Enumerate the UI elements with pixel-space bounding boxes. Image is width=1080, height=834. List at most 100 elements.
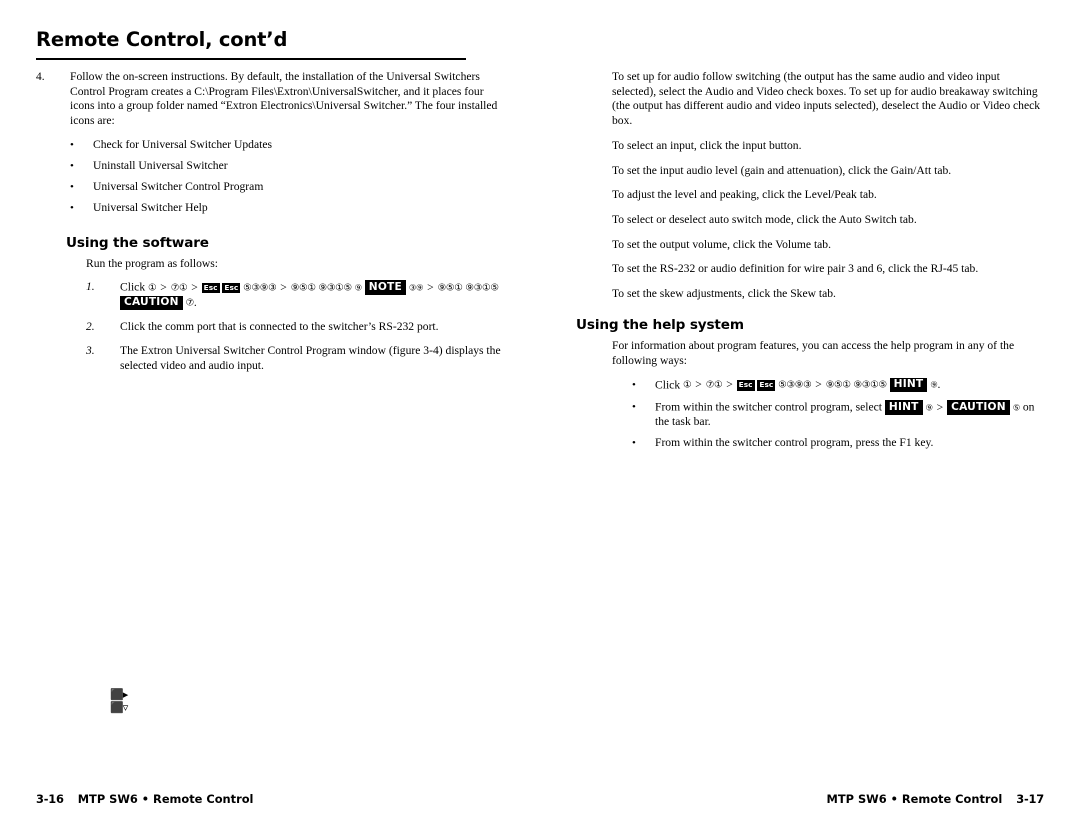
help-bullet-token-run: ① > ⑦① > Esc Esc ⑤③⑨③ > ⑨⑤① ⑨③①⑤ HINT ⑨. <box>683 377 941 393</box>
separator-arrow: > <box>815 378 822 392</box>
list-item: • Universal Switcher Control Program <box>70 180 502 195</box>
separator-arrow: > <box>695 378 702 392</box>
step-3-text: The Extron Universal Switcher Control Pr… <box>120 344 501 372</box>
list-item: • Check for Universal Switcher Updates <box>70 138 502 153</box>
separator-arrow: > <box>280 280 287 294</box>
paragraph-skew-tab: To set the skew adjustments, click the S… <box>612 287 836 301</box>
bullet-marker: • <box>632 401 636 414</box>
bullet-marker: • <box>70 160 74 173</box>
step-2-number: 2. <box>86 321 95 334</box>
dingbat-glyph: ⑤③⑨③ <box>243 282 277 294</box>
list-item-label: Universal Switcher Control Program <box>93 180 264 194</box>
badge-caution: CAUTION <box>947 400 1010 415</box>
stray-dingbat-artifact: ⬛▸ ⬛▿ <box>110 688 128 714</box>
step-4: 4. Follow the on-screen instructions. By… <box>36 70 502 129</box>
dingbat-glyph: ⑤ <box>1012 402 1021 413</box>
separator-arrow: > <box>427 280 434 294</box>
right-page: To set up for audio follow switching (th… <box>540 0 1080 834</box>
inline-text: . <box>937 378 941 392</box>
paragraph-level-peak-tab: To adjust the level and peaking, click t… <box>612 188 877 202</box>
paragraph-gain-att-tab: To set the input audio level (gain and a… <box>612 163 952 177</box>
header-rule-left <box>36 58 466 60</box>
badge-note: NOTE <box>364 280 406 295</box>
step-3: 3. The Extron Universal Switcher Control… <box>86 344 502 373</box>
keycap-esc-icon: Esc <box>757 380 776 391</box>
list-item: • Universal Switcher Help <box>70 201 502 216</box>
dingbat-glyph: ⑨③①⑤ <box>465 282 499 294</box>
dingbat-glyph: ⑨③①⑤ <box>853 379 888 391</box>
left-column-content: 4. Follow the on-screen instructions. By… <box>36 70 502 383</box>
paragraph-rj45-tab: To set the RS-232 or audio definition fo… <box>612 262 979 276</box>
dingbat-glyph: ⑨ <box>925 402 934 413</box>
separator-arrow: > <box>191 280 198 294</box>
help-bullet-click: Click ① > ⑦① > Esc Esc ⑤③⑨③ > ⑨⑤① ⑨③①⑤ H… <box>655 377 1044 394</box>
step-4-text: Follow the on-screen instructions. By de… <box>70 70 498 128</box>
inline-text: . <box>193 296 197 310</box>
list-item: • Click ① > ⑦① > Esc Esc ⑤③⑨③ > ⑨⑤① ⑨③①⑤… <box>632 377 1044 394</box>
dingbat-glyph: ⑤③⑨③ <box>778 379 812 391</box>
bullet-marker: • <box>70 202 74 215</box>
dingbat-glyph: ⑦ <box>185 297 195 309</box>
running-head-left: MTP SW6 • Remote Control <box>77 792 254 806</box>
keycap-esc-icon: Esc <box>736 380 755 391</box>
separator-arrow: > <box>936 400 944 414</box>
paragraph-select-input: To select an input, click the input butt… <box>612 138 802 152</box>
paragraph-audio-follow-switching: To set up for audio follow switching (th… <box>612 70 1041 128</box>
step-1-lead-word: Click <box>120 280 146 294</box>
step-2: 2. Click the comm port that is connected… <box>86 320 502 335</box>
heading-using-the-software: Using the software <box>66 234 209 251</box>
list-item-label: Universal Switcher Help <box>93 201 208 215</box>
help-bullet-f1-key: From within the switcher control program… <box>655 436 934 450</box>
step-1-token-run: ① > ⑦① > Esc Esc ⑤③⑨③ > ⑨⑤① ⑨③①⑤ ⑨ NOTE … <box>120 280 499 311</box>
installed-icons-list: • Check for Universal Switcher Updates •… <box>70 138 502 216</box>
separator-arrow: > <box>160 280 167 294</box>
dingbat-glyph: ⑨⑤① <box>290 282 316 294</box>
list-item-label: Check for Universal Switcher Updates <box>93 137 273 151</box>
step-3-number: 3. <box>86 345 95 358</box>
bullet-marker: • <box>632 437 636 450</box>
page-title: Remote Control, cont’d <box>36 28 288 51</box>
dingbat-glyph: ⑦① <box>170 282 188 294</box>
list-item: • Uninstall Universal Switcher <box>70 159 502 174</box>
help-intro-text: For information about program features, … <box>612 339 1015 368</box>
badge-caution: CAUTION <box>120 295 183 311</box>
software-intro-text: Run the program as follows: <box>86 257 219 271</box>
page-number-left: 3-16 <box>36 792 64 806</box>
step-1-text: Click ① > ⑦① > Esc Esc ⑤③⑨③ > ⑨⑤① ⑨③①⑤ ⑨… <box>120 280 502 311</box>
paragraph-auto-switch-tab: To select or deselect auto switch mode, … <box>612 212 917 226</box>
badge-hint: HINT <box>884 400 923 415</box>
dingbat-glyph: ③⑨ <box>408 282 424 293</box>
dingbat-glyph: ⑨③①⑤ <box>318 282 353 294</box>
separator-arrow: > <box>726 378 733 392</box>
keycap-esc-icon: Esc <box>201 282 220 294</box>
step-1-number: 1. <box>86 281 95 294</box>
badge-hint: HINT <box>889 377 928 393</box>
dingbat-glyph: ① <box>683 379 692 391</box>
help-access-list: • Click ① > ⑦① > Esc Esc ⑤③⑨③ > ⑨⑤① ⑨③①⑤… <box>632 377 1044 451</box>
right-column-content: To set up for audio follow switching (th… <box>576 70 1044 458</box>
heading-using-the-help-system: Using the help system <box>576 316 744 333</box>
help-bullet-taskbar: From within the switcher control program… <box>655 400 1044 430</box>
list-item: • From within the switcher control progr… <box>632 400 1044 430</box>
paragraph-volume-tab: To set the output volume, click the Volu… <box>612 237 832 251</box>
help-bullet-lead-word: Click <box>655 378 681 392</box>
dingbat-glyph: ⑦① <box>705 379 723 391</box>
dingbat-glyph: ⑨⑤① <box>437 282 463 294</box>
help-bullet-text-before: From within the switcher control program… <box>655 400 882 414</box>
bullet-marker: • <box>70 138 74 151</box>
left-page: Remote Control, cont’d 4. Follow the on-… <box>0 0 540 834</box>
dingbat-glyph: ① <box>148 282 157 294</box>
step-1: 1. Click ① > ⑦① > Esc Esc ⑤③⑨③ > ⑨⑤① ⑨③①… <box>86 280 502 311</box>
list-item: • From within the switcher control progr… <box>632 436 1044 451</box>
footer-left: 3-16 MTP SW6 • Remote Control <box>36 792 253 806</box>
dingbat-glyph: ⑨ <box>354 282 363 293</box>
footer-right: MTP SW6 • Remote Control 3-17 <box>826 792 1045 806</box>
step-4-number: 4. <box>36 71 45 83</box>
list-item-label: Uninstall Universal Switcher <box>93 159 228 173</box>
page-spread: Remote Control, cont’d 4. Follow the on-… <box>0 0 1080 834</box>
running-head-right: MTP SW6 • Remote Control <box>826 792 1003 806</box>
keycap-esc-icon: Esc <box>222 282 241 294</box>
step-2-text: Click the comm port that is connected to… <box>120 320 439 334</box>
bullet-marker: • <box>632 378 636 391</box>
dingbat-glyph: ⑨⑤① <box>825 379 851 391</box>
